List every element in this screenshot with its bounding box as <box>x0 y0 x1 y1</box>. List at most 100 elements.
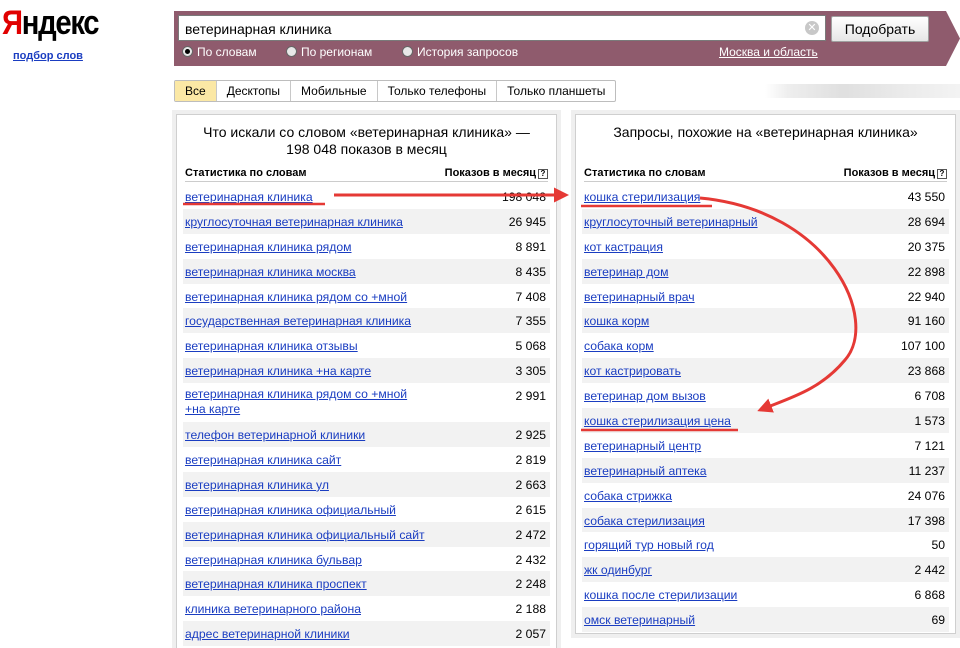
keyword-link[interactable]: ветеринарная клиника отзывы <box>185 339 358 353</box>
region-link[interactable]: Москва и область <box>719 45 818 59</box>
keyword-link[interactable]: круглосуточная ветеринарная клиника <box>185 215 403 229</box>
search-query: ветеринарная клиника <box>185 21 332 37</box>
tab-desktops[interactable]: Десктопы <box>217 81 292 101</box>
tab-phones-only[interactable]: Только телефоны <box>378 81 498 101</box>
keyword-link[interactable]: кошка стерилизация цена <box>584 414 731 428</box>
tab-tablets-only[interactable]: Только планшеты <box>497 81 615 101</box>
help-icon[interactable]: ? <box>937 169 947 179</box>
yandex-logo[interactable]: Яндекс <box>2 4 100 43</box>
wordstat-link[interactable]: подбор слов <box>13 50 83 62</box>
keyword-link[interactable]: ветеринарная клиника официальный <box>185 503 396 517</box>
col-count-header: Показов в месяц? <box>844 167 947 179</box>
impressions-count: 1 573 <box>914 414 946 429</box>
impressions-count: 22 898 <box>907 264 945 279</box>
impressions-count: 8 891 <box>515 239 547 254</box>
keyword-link[interactable]: ветеринарная клиника рядом со +мной +на … <box>185 387 425 417</box>
impressions-count: 2 615 <box>515 502 547 517</box>
radio-dot-icon <box>402 46 413 57</box>
left-keyword-list: ветеринарная клиника 198 048 круглосуточна… <box>183 184 550 647</box>
radio-history[interactable]: История запросов <box>402 45 518 59</box>
keyword-link[interactable]: ветеринарная клиника москва <box>185 265 356 279</box>
keyword-link[interactable]: собака стерилизация <box>584 514 705 528</box>
impressions-count: 2 248 <box>515 577 547 592</box>
impressions-count: 26 945 <box>508 214 546 229</box>
table-row: ветеринарный аптека 11 237 <box>582 457 949 483</box>
logo-letter: Я <box>2 4 23 42</box>
keyword-link[interactable]: круглосуточный ветеринарный <box>584 215 758 229</box>
keyword-link[interactable]: кошка после стерилизации <box>584 588 737 602</box>
tab-all[interactable]: Все <box>175 81 217 101</box>
keyword-link[interactable]: ветеринар дом <box>584 265 668 279</box>
table-row: ветеринарная клиника сайт 2 819 <box>183 447 550 472</box>
radio-dot-icon <box>182 46 193 57</box>
keyword-link[interactable]: ветеринарная клиника ул <box>185 478 329 492</box>
table-row: ветеринарная клиника бульвар 2 432 <box>183 547 550 572</box>
col-count-header: Показов в месяц? <box>445 167 548 179</box>
table-row: ветеринарный врач 22 940 <box>582 284 949 309</box>
keyword-link[interactable]: ветеринарная клиника сайт <box>185 453 341 467</box>
impressions-count: 8 435 <box>515 264 547 279</box>
impressions-count: 43 550 <box>907 190 945 204</box>
right-keyword-list: кошка стерилизация 43 550 круглосуточный в… <box>582 184 949 633</box>
searched-with-word-panel: Что искали со словом «ветеринарная клини… <box>176 114 557 648</box>
table-row: ветеринарная клиника москва 8 435 <box>183 258 550 284</box>
right-table-header: Статистика по словам Показов в месяц? <box>584 165 947 182</box>
table-row: ветеринарная клиника проспект 2 248 <box>183 571 550 597</box>
keyword-link[interactable]: ветеринарная клиника официальный сайт <box>185 528 425 542</box>
keyword-link[interactable]: омск ветеринарный <box>584 613 695 627</box>
keyword-link[interactable]: ветеринарная клиника бульвар <box>185 553 362 567</box>
table-row: кошка корм 91 160 <box>582 308 949 334</box>
impressions-count: 6 868 <box>914 588 946 603</box>
keyword-link[interactable]: адрес ветеринарной клиники <box>185 627 350 641</box>
table-row: ветеринарная клиника 198 048 <box>183 184 550 209</box>
impressions-count: 28 694 <box>907 214 945 229</box>
keyword-link[interactable]: ветеринарная клиника рядом со +мной <box>185 290 407 304</box>
table-row: ветеринарная клиника отзывы 5 068 <box>183 333 550 358</box>
keyword-link[interactable]: собака стрижка <box>584 489 672 503</box>
keyword-link[interactable]: собака корм <box>584 339 654 353</box>
keyword-link[interactable]: ветеринарный аптека <box>584 464 706 478</box>
keyword-link[interactable]: клиника ветеринарного района <box>185 602 361 616</box>
keyword-link[interactable]: государственная ветеринарная клиника <box>185 314 411 328</box>
table-row: круглосуточная ветеринарная клиника 26 94… <box>183 208 550 234</box>
keyword-link[interactable]: жк одинбург <box>584 563 652 577</box>
clear-icon[interactable]: ✕ <box>805 21 819 35</box>
keyword-link[interactable]: кошка стерилизация <box>584 190 700 204</box>
table-row: ветеринарный центр 7 121 <box>582 433 949 458</box>
impressions-count: 2 442 <box>914 563 946 578</box>
impressions-count: 11 237 <box>908 463 945 478</box>
keyword-link[interactable]: ветеринарная клиника проспект <box>185 577 367 591</box>
impressions-count: 7 121 <box>914 438 946 453</box>
keyword-link[interactable]: ветеринарная клиника рядом <box>185 240 352 254</box>
keyword-link[interactable]: ветеринарный врач <box>584 290 695 304</box>
table-row: собака корм 107 100 <box>582 333 949 358</box>
table-row: кот кастрировать 23 868 <box>582 358 949 384</box>
impressions-count: 2 057 <box>515 627 547 642</box>
impressions-count: 2 663 <box>515 477 547 492</box>
keyword-link[interactable]: горящий тур новый год <box>584 538 714 552</box>
table-row: клиника ветеринарного района 2 188 <box>183 596 550 621</box>
keyword-link[interactable]: телефон ветеринарной клиники <box>185 428 365 442</box>
table-row: ветеринар дом 22 898 <box>582 258 949 284</box>
keyword-link[interactable]: ветеринар дом вызов <box>584 389 706 403</box>
submit-button[interactable]: Подобрать <box>831 16 929 42</box>
keyword-link[interactable]: ветеринарная клиника <box>185 190 313 204</box>
help-icon[interactable]: ? <box>538 169 548 179</box>
impressions-count: 17 398 <box>907 513 945 528</box>
keyword-link[interactable]: кошка корм <box>584 314 649 328</box>
keyword-link[interactable]: ветеринарный центр <box>584 439 701 453</box>
impressions-count: 5 068 <box>515 339 547 354</box>
table-row: кошка после стерилизации 6 868 <box>582 582 949 607</box>
keyword-link[interactable]: ветеринарная клиника +на карте <box>185 364 371 378</box>
table-row: телефон ветеринарной клиники 2 925 <box>183 422 550 448</box>
search-input[interactable]: ветеринарная клиника ✕ <box>178 15 826 41</box>
tab-mobile[interactable]: Мобильные <box>291 81 378 101</box>
device-tabs: Все Десктопы Мобильные Только телефоны Т… <box>174 80 617 102</box>
impressions-count: 2 188 <box>515 602 547 617</box>
keyword-link[interactable]: кот кастрация <box>584 240 663 254</box>
table-row: государственная ветеринарная клиника 7 35… <box>183 308 550 334</box>
keyword-link[interactable]: кот кастрировать <box>584 364 681 378</box>
radio-by-regions[interactable]: По регионам <box>286 45 372 59</box>
radio-by-words[interactable]: По словам <box>182 45 257 59</box>
left-panel-title: Что искали со словом «ветеринарная клини… <box>203 124 530 157</box>
